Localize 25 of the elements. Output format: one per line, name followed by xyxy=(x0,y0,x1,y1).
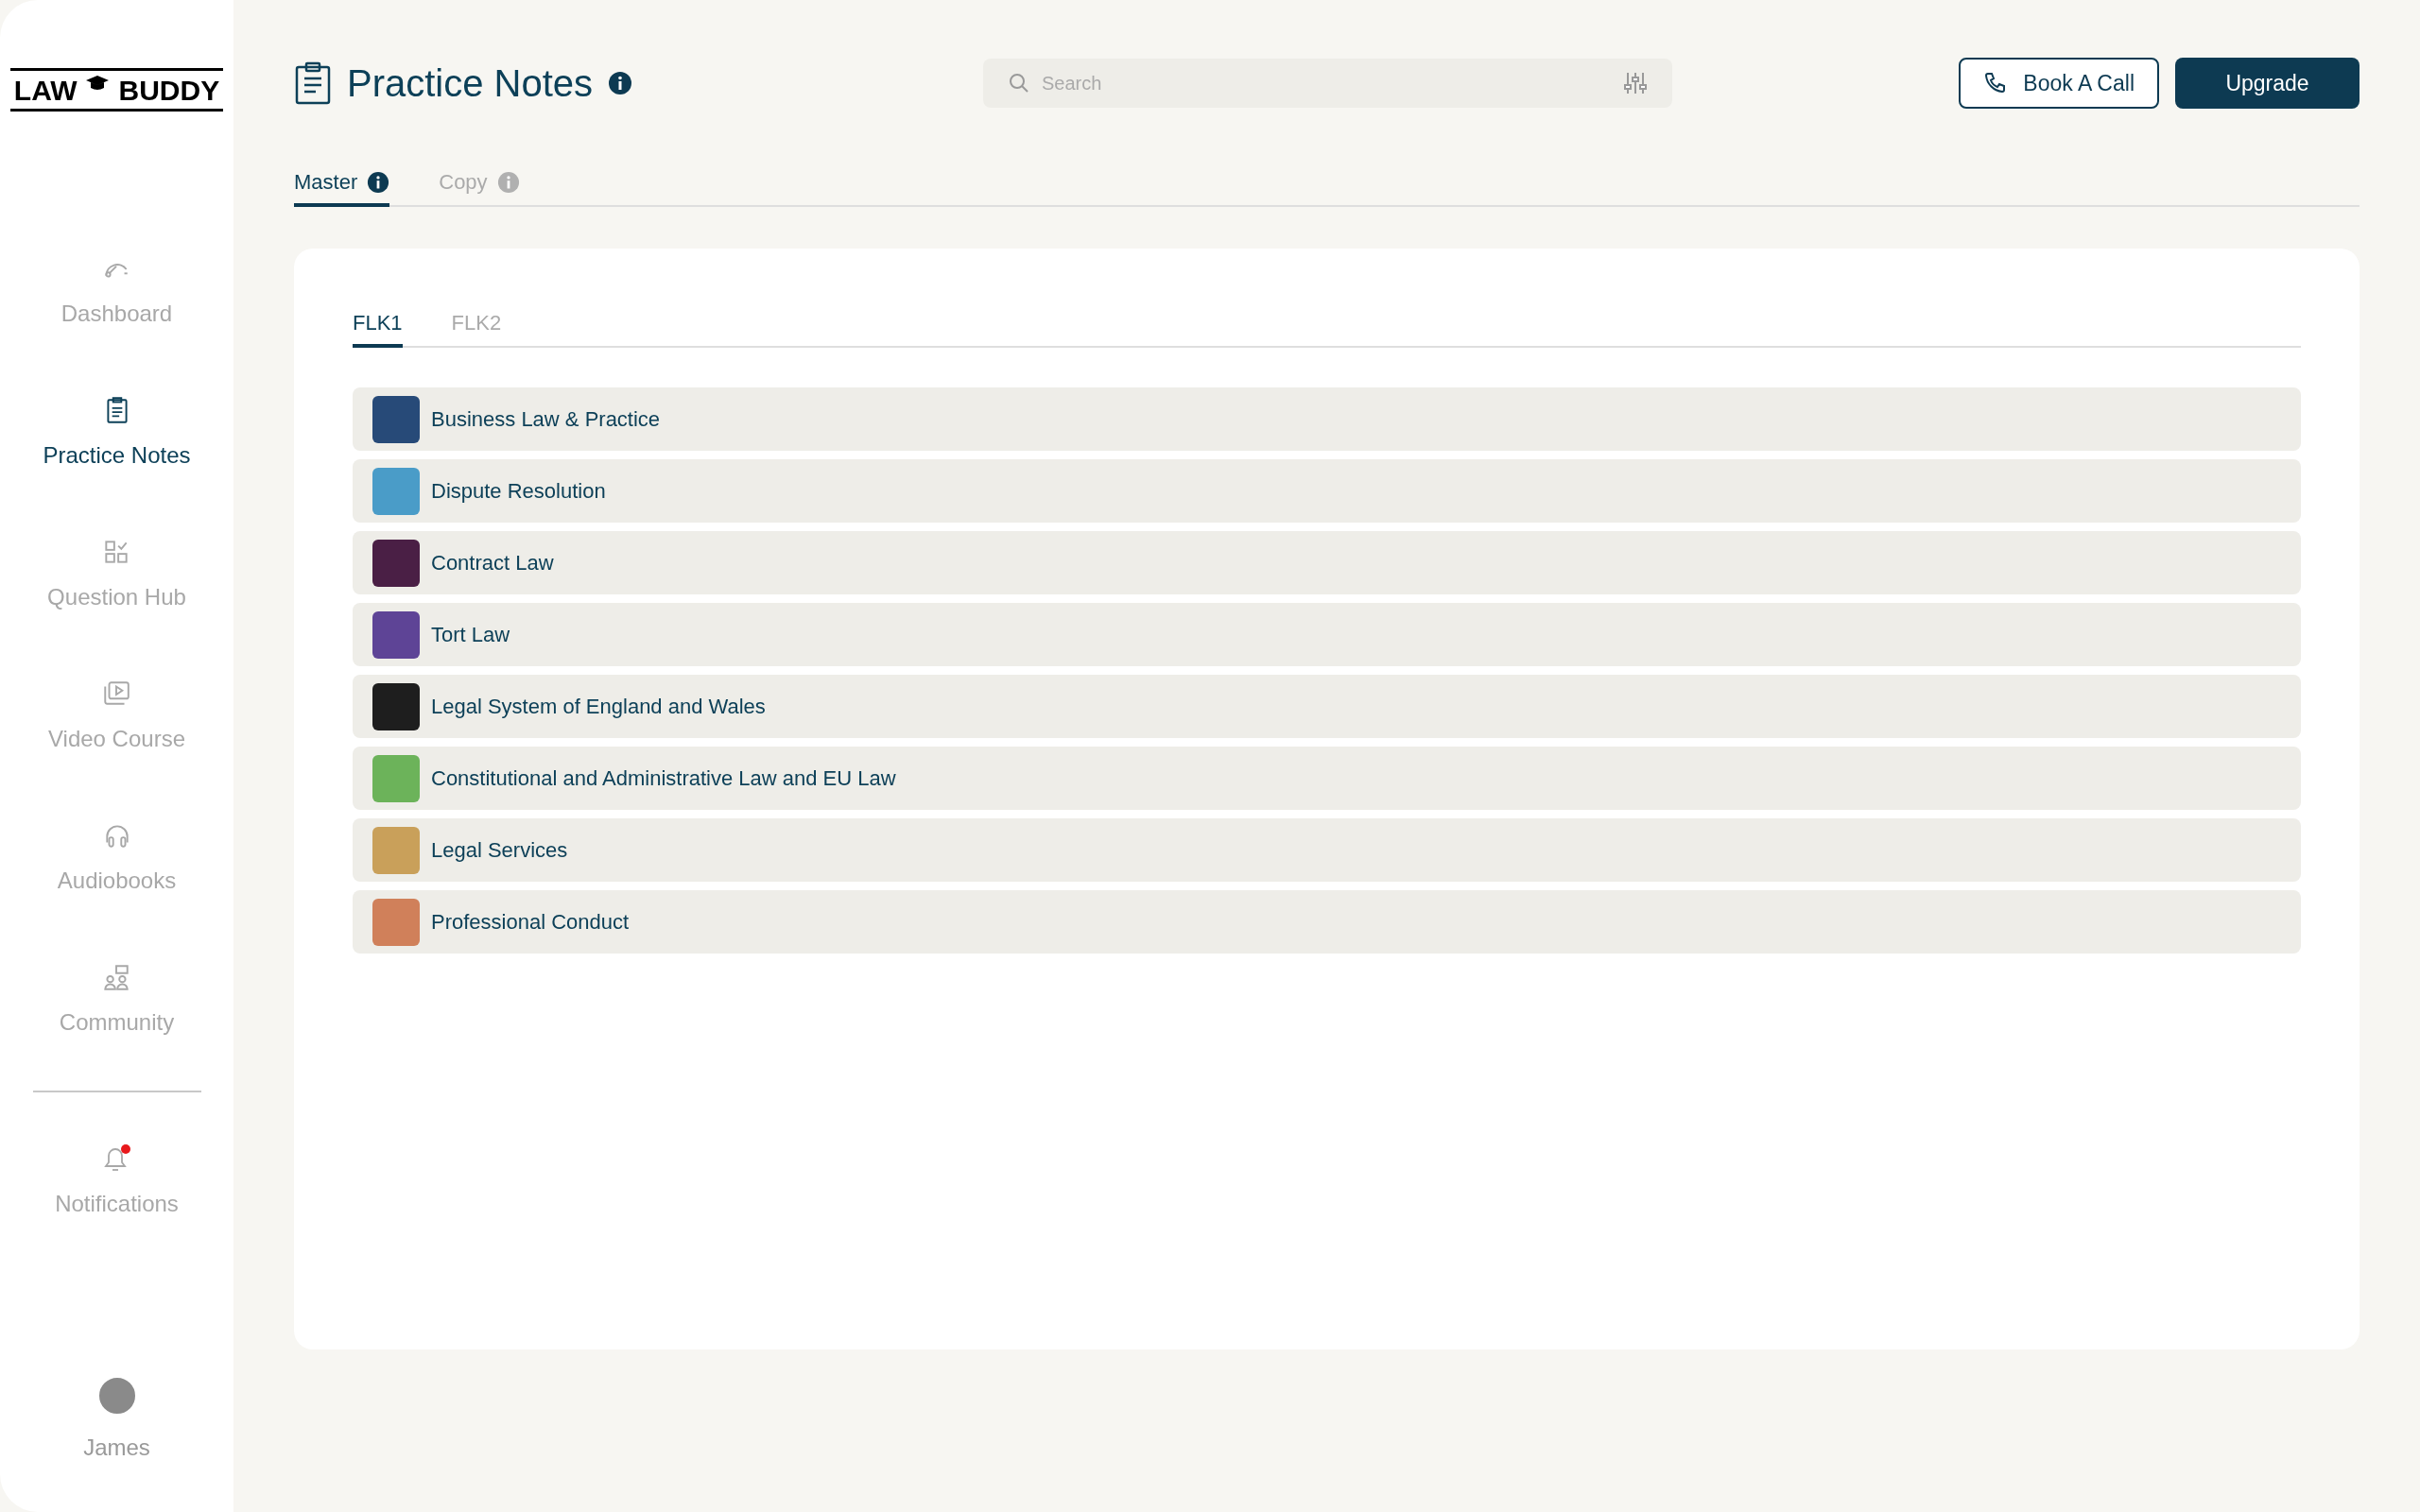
upgrade-button[interactable]: Upgrade xyxy=(2175,58,2360,109)
phone-icon xyxy=(1983,72,2007,94)
tab[interactable]: Master xyxy=(294,166,390,207)
sidebar-nav-item[interactable]: Practice Notes xyxy=(43,395,191,472)
user-name: James xyxy=(83,1434,150,1462)
clipboard-icon xyxy=(294,61,332,105)
info-icon xyxy=(367,170,390,194)
filter-sliders-icon[interactable] xyxy=(1623,71,1648,95)
subject-row[interactable]: Contract Law xyxy=(353,531,2301,594)
subject-row[interactable]: Business Law & Practice xyxy=(353,387,2301,451)
subject-row[interactable]: Dispute Resolution xyxy=(353,459,2301,523)
logo-text: BUDDY xyxy=(118,77,220,105)
subject-row[interactable]: Constitutional and Administrative Law and EU Law xyxy=(353,747,2301,810)
search-icon xyxy=(1008,72,1030,94)
search-field[interactable]: Search xyxy=(983,59,1672,108)
info-icon xyxy=(496,170,520,194)
subject-row[interactable]: Tort Law xyxy=(353,603,2301,666)
subject-row[interactable]: Legal Services xyxy=(353,818,2301,882)
subject-row[interactable]: Professional Conduct xyxy=(353,890,2301,954)
subject-row[interactable]: Legal System of England and Wales xyxy=(353,675,2301,738)
tab[interactable]: FLK1 xyxy=(353,307,403,348)
page-title: Practice Notes xyxy=(347,61,594,106)
book-call-button[interactable]: Book A Call xyxy=(1959,58,2159,109)
logo-text: LAW xyxy=(13,77,78,105)
info-icon[interactable] xyxy=(608,71,633,95)
